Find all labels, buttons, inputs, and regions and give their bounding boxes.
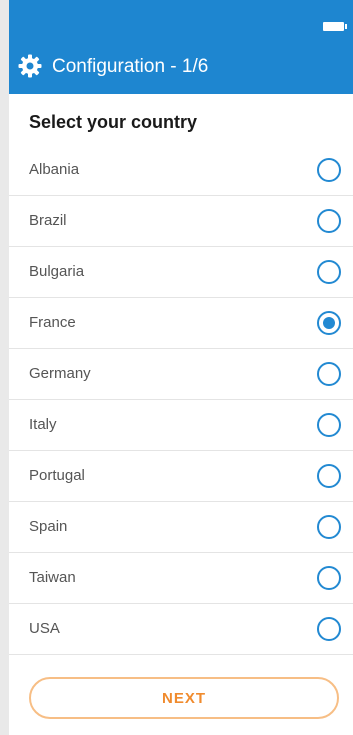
country-item-brazil[interactable]: Brazil [9,196,353,247]
country-item-usa[interactable]: USA [9,604,353,655]
gear-icon[interactable] [18,54,42,78]
country-item-germany[interactable]: Germany [9,349,353,400]
country-label: Bulgaria [29,263,85,280]
battery-icon [323,22,347,31]
country-label: France [29,314,76,331]
country-label: Brazil [29,212,67,229]
country-label: Albania [29,161,80,178]
country-item-albania[interactable]: Albania [9,145,353,196]
radio-button[interactable] [317,413,341,437]
battery-body [323,22,344,31]
country-label: Portugal [29,467,85,484]
status-bar [0,0,353,38]
app-title: Configuration - 1/6 [52,56,209,77]
radio-button[interactable] [317,566,341,590]
country-list: Albania Brazil Bulgaria France Germany I… [9,145,353,655]
content-area: Select your country Albania Brazil Bulga… [9,94,353,735]
country-label: Germany [29,365,91,382]
next-button[interactable]: NEXT [29,677,339,719]
radio-button[interactable] [317,362,341,386]
radio-button[interactable] [317,209,341,233]
country-item-spain[interactable]: Spain [9,502,353,553]
country-item-france[interactable]: France [9,298,353,349]
radio-button[interactable] [317,464,341,488]
configuration-screen: Configuration - 1/6 Select your country … [0,0,353,735]
country-item-italy[interactable]: Italy [9,400,353,451]
radio-dot [323,317,335,329]
radio-button[interactable] [317,515,341,539]
country-label: Spain [29,518,68,535]
country-label: Italy [29,416,57,433]
country-item-bulgaria[interactable]: Bulgaria [9,247,353,298]
country-label: USA [29,620,60,637]
section-title: Select your country [29,112,198,132]
country-label: Taiwan [29,569,76,586]
left-edge-divider [0,0,9,735]
radio-button[interactable] [317,311,341,335]
battery-tip [345,24,347,29]
country-item-portugal[interactable]: Portugal [9,451,353,502]
app-bar: Configuration - 1/6 [0,38,353,94]
radio-button[interactable] [317,260,341,284]
radio-button[interactable] [317,617,341,641]
radio-button[interactable] [317,158,341,182]
country-item-taiwan[interactable]: Taiwan [9,553,353,604]
